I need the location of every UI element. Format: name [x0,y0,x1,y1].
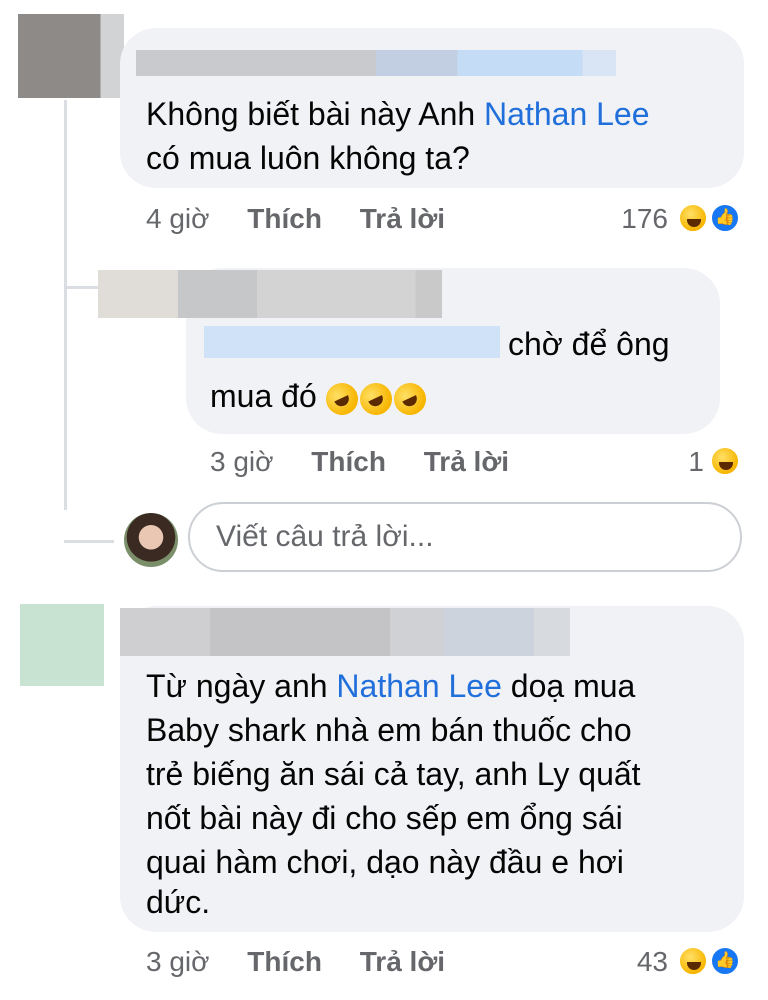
comment-text: Baby shark nhà em bán thuốc cho [146,712,632,748]
comment-text: Từ ngày anh Nathan Lee doạ mua [146,668,636,704]
reaction-count[interactable]: 176 [600,203,668,235]
rofl-emoji [320,377,363,420]
comment-text: mua đó [210,374,431,420]
comment-meta: 4 giờ Thích Trả lời [146,203,445,235]
rofl-emoji [388,377,431,420]
current-user-avatar [124,513,178,567]
tagged-name[interactable] [204,326,500,358]
rofl-emoji [354,377,397,420]
thread-line [64,100,67,510]
comment-text: nốt bài này đi cho sếp em ổng sái [146,800,623,836]
author-name[interactable] [136,50,616,76]
thread-line [64,540,114,543]
avatar[interactable] [18,14,124,98]
avatar[interactable] [98,270,178,318]
timestamp[interactable]: 4 giờ [146,203,210,234]
timestamp[interactable]: 3 giờ [146,946,210,977]
haha-icon [678,946,708,976]
comment-text: có mua luôn không ta? [146,140,470,176]
mention-link[interactable]: Nathan Lee [484,96,649,132]
author-name[interactable] [178,270,442,318]
haha-icon [678,203,708,233]
comment-text: dức. [146,884,211,920]
author-name[interactable] [120,608,570,656]
comment-text: quai hàm chơi, dạo này đầu e hơi [146,844,624,880]
like-icon: 👍 [710,203,740,233]
comment-text: trẻ biếng ăn sái cả tay, anh Ly quất [146,756,641,792]
like-button[interactable]: Thích [247,203,322,234]
comment-meta: 3 giờ Thích Trả lời [146,946,445,978]
timestamp[interactable]: 3 giờ [210,446,274,477]
reply-button[interactable]: Trả lời [424,446,509,477]
reply-input[interactable]: Viết câu trả lời... [188,502,742,572]
mention-link[interactable]: Nathan Lee [336,668,501,704]
reply-bubble: chờ để ông mua đó [178,268,720,434]
comment-text: Không biết bài này Anh Nathan Lee [146,96,650,132]
reaction-count[interactable]: 43 [612,946,668,978]
like-button[interactable]: Thích [311,446,386,477]
haha-icon [710,446,740,476]
reaction-count[interactable]: 1 [660,446,704,478]
comment-bubble: Không biết bài này Anh Nathan Lee có mua… [120,28,744,188]
avatar[interactable] [20,604,104,686]
comment-text: chờ để ông [508,326,670,362]
comment-meta: 3 giờ Thích Trả lời [210,446,509,478]
reply-button[interactable]: Trả lời [360,203,445,234]
like-button[interactable]: Thích [247,946,322,977]
like-icon: 👍 [710,946,740,976]
comment-bubble: Từ ngày anh Nathan Lee doạ mua Baby shar… [120,606,744,932]
reply-button[interactable]: Trả lời [360,946,445,977]
